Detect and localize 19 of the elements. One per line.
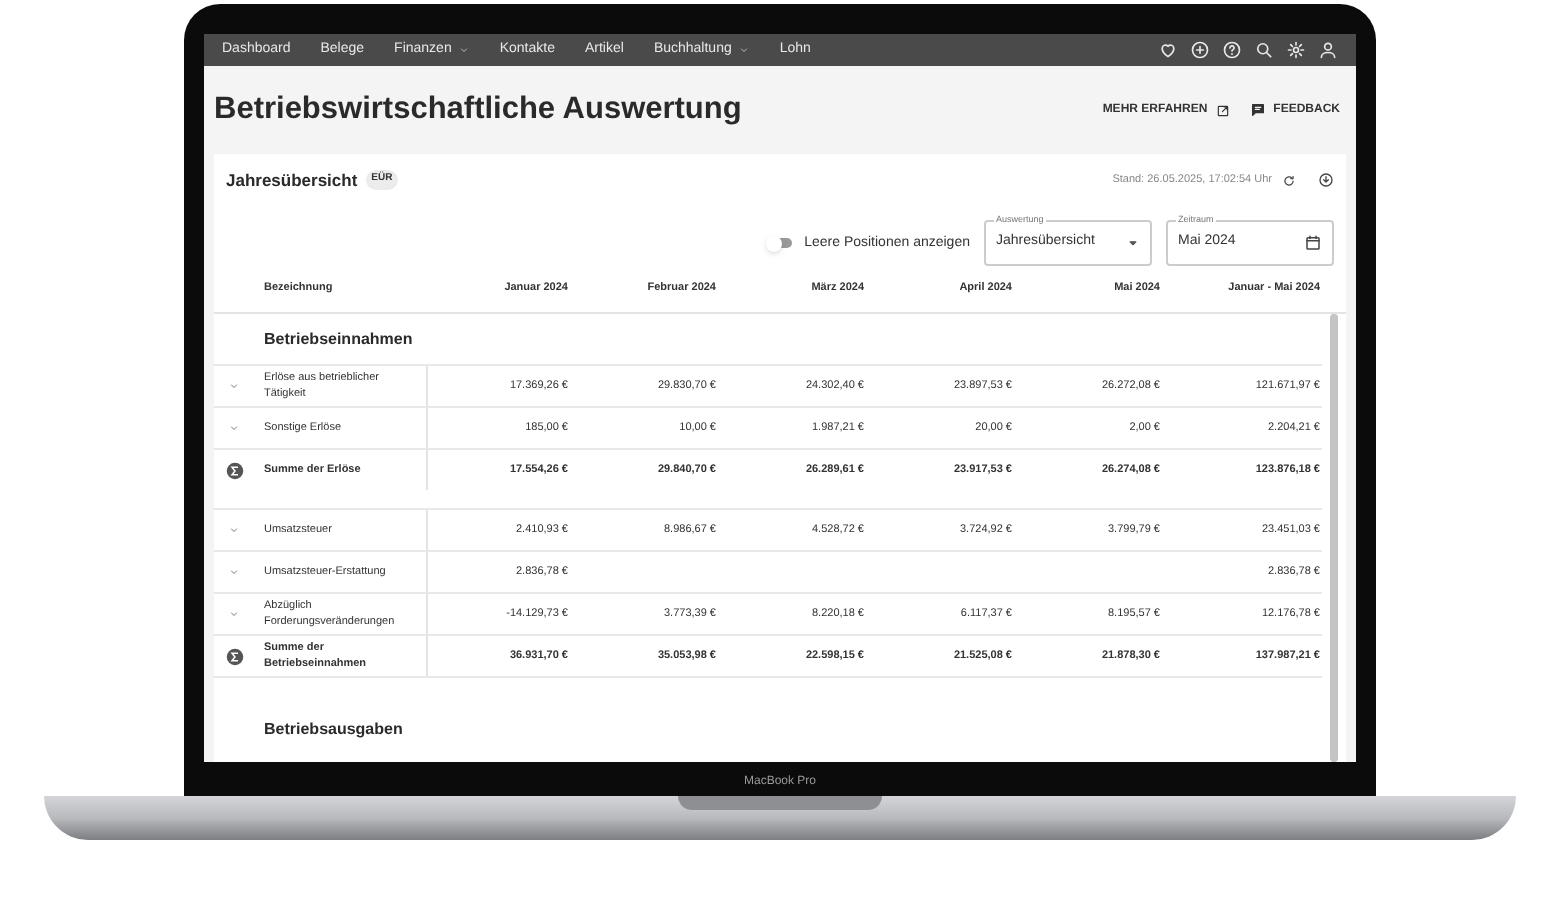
external-link-icon xyxy=(1215,103,1230,117)
calendar-icon xyxy=(1304,234,1322,252)
scrollbar[interactable] xyxy=(1330,314,1338,762)
heart-icon[interactable] xyxy=(1158,40,1178,60)
refresh-icon[interactable] xyxy=(1282,173,1296,187)
section-title: Betriebseinnahmen xyxy=(264,327,413,351)
caret-icon xyxy=(1126,236,1140,250)
page-title: Betriebswirtschaftliche Auswertung xyxy=(214,90,742,131)
sigma-icon xyxy=(225,647,243,665)
plus-circle-icon[interactable] xyxy=(1190,40,1210,60)
toggle-switch[interactable] xyxy=(768,238,793,249)
section-title: Betriebsausgaben xyxy=(264,717,403,741)
card-title: Jahresübersicht xyxy=(226,167,358,193)
help-icon[interactable] xyxy=(1222,40,1242,60)
sigma-icon xyxy=(225,461,243,479)
download-icon[interactable] xyxy=(1318,172,1334,188)
chat-icon xyxy=(1249,102,1266,118)
user-icon[interactable] xyxy=(1318,40,1338,60)
search-icon[interactable] xyxy=(1254,40,1274,60)
